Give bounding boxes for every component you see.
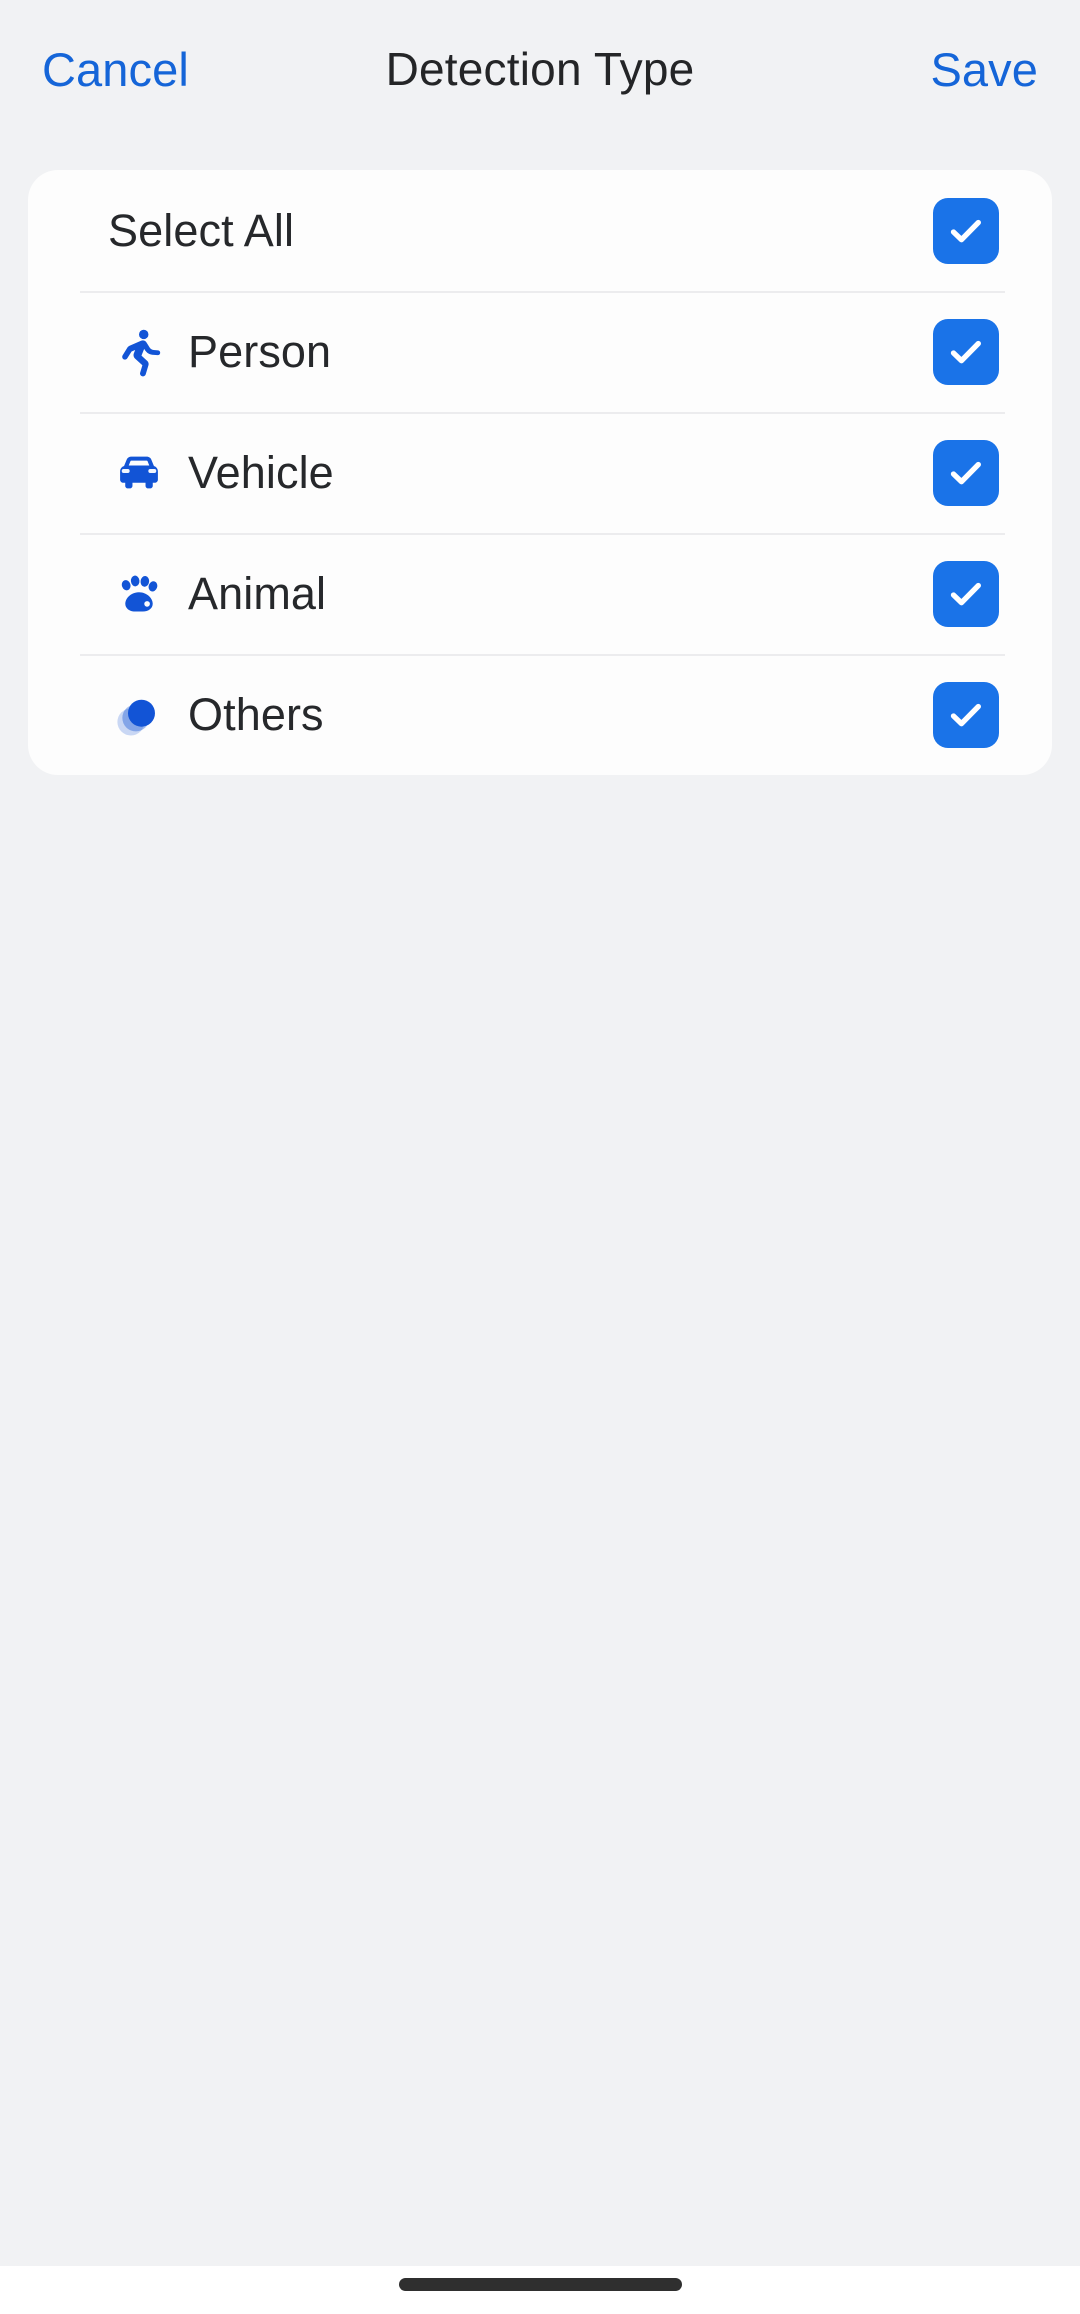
list-item-label: Others <box>188 689 324 740</box>
circles-icon <box>108 684 170 746</box>
checkbox-others[interactable] <box>933 681 999 748</box>
checkbox-vehicle[interactable] <box>933 439 999 506</box>
checkbox-animal[interactable] <box>933 560 999 627</box>
list-item-label: Vehicle <box>188 447 334 498</box>
cancel-button[interactable]: Cancel <box>42 46 189 93</box>
detection-type-list: Select All Person Vehicle Animal Others <box>28 170 1052 775</box>
checkbox-person[interactable] <box>933 318 999 385</box>
list-item-animal[interactable]: Animal <box>28 533 1052 654</box>
checkbox-select-all[interactable] <box>933 197 999 264</box>
list-item-label: Select All <box>108 205 295 256</box>
list-item-select-all[interactable]: Select All <box>28 170 1052 291</box>
save-button[interactable]: Save <box>930 46 1038 93</box>
navigation-bar: Cancel Detection Type Save <box>0 0 1080 138</box>
list-item-vehicle[interactable]: Vehicle <box>28 412 1052 533</box>
list-item-others[interactable]: Others <box>28 654 1052 775</box>
home-indicator[interactable] <box>398 2277 682 2291</box>
list-item-person[interactable]: Person <box>28 291 1052 412</box>
paw-icon <box>108 563 170 625</box>
list-item-label: Person <box>188 326 332 377</box>
car-icon <box>108 442 170 504</box>
running-person-icon <box>108 321 170 383</box>
list-item-label: Animal <box>188 568 327 619</box>
home-indicator-area <box>0 2266 1080 2314</box>
